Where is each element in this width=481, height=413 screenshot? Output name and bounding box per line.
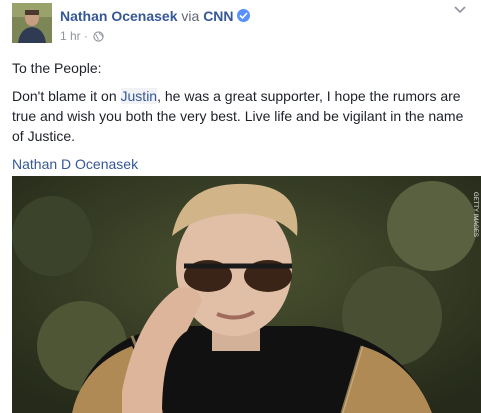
via-text: via: [181, 8, 200, 24]
post-photo[interactable]: GETTY IMAGES: [12, 176, 481, 413]
page-name[interactable]: CNN: [203, 8, 233, 24]
post-body: To the People: Don't blame it on Justin,…: [12, 58, 472, 182]
timestamp[interactable]: 1 hr: [60, 29, 81, 43]
chevron-down-icon[interactable]: [452, 3, 468, 15]
author-name[interactable]: Nathan Ocenasek: [60, 8, 178, 24]
verified-badge-icon: [236, 9, 250, 22]
signature-link[interactable]: Nathan D Ocenasek: [12, 154, 472, 174]
post-header: Nathan Ocenasek via CNN 1 hr ·: [12, 3, 472, 47]
facebook-post: Nathan Ocenasek via CNN 1 hr · To the Pe…: [0, 0, 481, 413]
photo-illustration: GETTY IMAGES: [12, 176, 481, 413]
message-text-start: Don't blame it on: [12, 88, 121, 104]
globe-icon[interactable]: [93, 31, 105, 45]
post-meta: 1 hr ·: [60, 29, 105, 45]
photo-credit: GETTY IMAGES: [472, 192, 478, 237]
author-line: Nathan Ocenasek via CNN: [60, 8, 250, 25]
mention-link[interactable]: Justin: [120, 88, 158, 104]
message: Don't blame it on Justin, he was a great…: [12, 86, 472, 146]
greeting: To the People:: [12, 60, 102, 76]
meta-separator: ·: [84, 29, 89, 43]
avatar[interactable]: [12, 3, 52, 43]
